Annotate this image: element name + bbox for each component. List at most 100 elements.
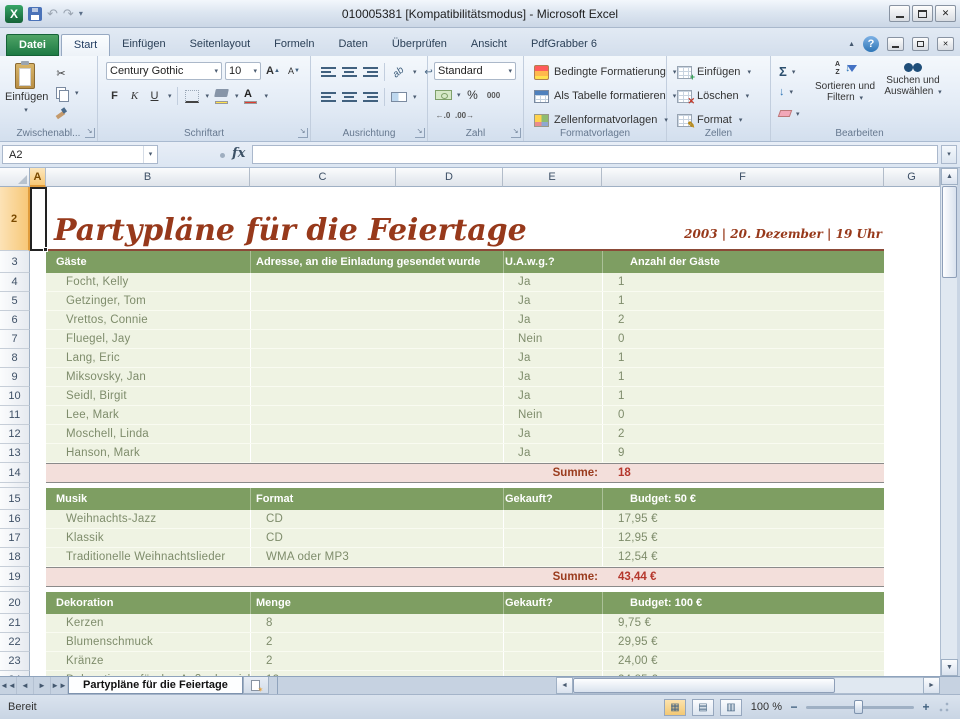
cell[interactable]: Traditionelle Weihnachtslieder	[66, 548, 225, 566]
align-middle-icon[interactable]	[340, 63, 358, 81]
merge-center-icon[interactable]	[390, 88, 408, 106]
delete-cells-button[interactable]: ✕ Löschen▾	[673, 86, 753, 106]
scroll-down-icon[interactable]: ▼	[941, 659, 958, 676]
cell[interactable]: 2	[266, 652, 273, 670]
help-icon[interactable]: ?	[863, 36, 879, 52]
tab-pdfgrabber[interactable]: PdfGrabber 6	[519, 34, 609, 56]
cell-styles-button[interactable]: Zellenformatvorlagen▾	[530, 110, 672, 130]
cell[interactable]: Gäste	[56, 251, 87, 273]
cell[interactable]: 1	[618, 368, 625, 386]
align-left-icon[interactable]	[319, 88, 337, 106]
cell[interactable]: Nein	[518, 406, 542, 424]
tab-einfuegen[interactable]: Einfügen	[110, 34, 177, 56]
cell[interactable]: 12,95 €	[618, 529, 658, 547]
cell[interactable]: 1	[618, 292, 625, 310]
format-cells-button[interactable]: ✎ Format▾	[673, 110, 746, 130]
format-painter-icon[interactable]	[52, 104, 70, 122]
row-header[interactable]: 10	[0, 387, 30, 406]
minimize-button[interactable]	[889, 5, 910, 22]
name-box-dropdown-icon[interactable]: ▾	[143, 146, 157, 163]
row-header[interactable]: 17	[0, 529, 30, 548]
italic-button[interactable]: K	[126, 88, 143, 105]
align-top-icon[interactable]	[319, 63, 337, 81]
cell[interactable]: 1	[618, 349, 625, 367]
row-header[interactable]: 3	[0, 251, 30, 273]
cell[interactable]: Ja	[518, 273, 531, 291]
formula-input[interactable]	[252, 145, 938, 164]
column-header-D[interactable]: D	[396, 168, 503, 187]
dialog-launcher-icon[interactable]: ↘	[85, 128, 95, 138]
workbook-restore-button[interactable]	[912, 37, 929, 51]
cell[interactable]: Kerzen	[66, 614, 104, 632]
cell[interactable]: 1	[618, 273, 625, 291]
orientation-icon[interactable]: ab	[390, 63, 408, 81]
page-layout-view-button[interactable]: ▤	[692, 699, 714, 716]
cell[interactable]: 12,54 €	[618, 548, 658, 566]
cell[interactable]: Ja	[518, 425, 531, 443]
tab-ansicht[interactable]: Ansicht	[459, 34, 519, 56]
font-color-button[interactable]: A	[242, 87, 260, 105]
cell[interactable]: Ja	[518, 444, 531, 462]
paste-button[interactable]: Einfügen ▾	[5, 60, 45, 134]
row-header[interactable]: 7	[0, 330, 30, 349]
prev-sheet-icon[interactable]: ◄	[17, 677, 34, 694]
maximize-button[interactable]	[912, 5, 933, 22]
conditional-formatting-button[interactable]: Bedingte Formatierung▾	[530, 62, 680, 82]
row-header[interactable]: 8	[0, 349, 30, 368]
cell[interactable]: Format	[256, 488, 293, 510]
cell[interactable]: Focht, Kelly	[66, 273, 128, 291]
cell[interactable]: Moschell, Linda	[66, 425, 149, 443]
horizontal-scroll-track[interactable]	[573, 677, 923, 694]
formula-bar-splitter[interactable]	[220, 153, 225, 158]
scroll-up-icon[interactable]: ▲	[941, 168, 958, 185]
zoom-slider-thumb[interactable]	[854, 700, 863, 714]
cell[interactable]: 29,95 €	[618, 633, 658, 651]
vertical-scroll-thumb[interactable]	[942, 186, 957, 278]
sheet-tab-active[interactable]: Partypläne für die Feiertage	[68, 677, 243, 694]
cell[interactable]: Musik	[56, 488, 87, 510]
cell[interactable]: Ja	[518, 349, 531, 367]
cell[interactable]: Budget: 50 €	[630, 488, 696, 510]
cell[interactable]: 0	[618, 330, 625, 348]
cell[interactable]: Ja	[518, 311, 531, 329]
cell[interactable]: Seidl, Birgit	[66, 387, 127, 405]
page-break-view-button[interactable]: ▥	[720, 699, 742, 716]
horizontal-scroll-thumb[interactable]	[573, 678, 835, 693]
excel-logo-icon[interactable]: X	[5, 5, 23, 23]
row-header[interactable]: 4	[0, 273, 30, 292]
accounting-format-icon[interactable]	[434, 86, 452, 104]
tab-splitter[interactable]	[275, 677, 280, 694]
select-all-corner[interactable]	[0, 168, 30, 187]
cell[interactable]: Lee, Mark	[66, 406, 119, 424]
cell[interactable]: Gekauft?	[505, 592, 553, 614]
selected-cell-a2[interactable]	[30, 187, 47, 251]
vertical-scrollbar[interactable]: ▲ ▼	[940, 168, 957, 676]
resize-grip[interactable]	[938, 701, 950, 713]
fill-icon[interactable]: ↓	[779, 86, 785, 98]
cell[interactable]: CD	[266, 510, 283, 528]
tab-datei[interactable]: Datei	[6, 34, 59, 56]
sheet-grid[interactable]: ABCDEFG 2Partypläne für die Feiertage200…	[0, 168, 940, 676]
align-center-icon[interactable]	[340, 88, 358, 106]
cell[interactable]: Kränze	[66, 652, 104, 670]
workbook-close-button[interactable]: ✕	[937, 37, 954, 51]
qat-dropdown-icon[interactable]: ▾	[79, 9, 83, 18]
format-as-table-button[interactable]: Als Tabelle formatieren▾	[530, 86, 680, 106]
insert-worksheet-button[interactable]	[243, 677, 269, 694]
cell[interactable]: Miksovsky, Jan	[66, 368, 146, 386]
normal-view-button[interactable]: ▦	[664, 699, 686, 716]
row-header[interactable]: 19	[0, 567, 30, 587]
name-box[interactable]: A2 ▾	[2, 145, 158, 164]
cell[interactable]: Gekauft?	[505, 488, 553, 510]
column-header-G[interactable]: G	[884, 168, 940, 187]
horizontal-scrollbar[interactable]: ◄ ►	[556, 677, 940, 694]
zoom-out-button[interactable]: −	[788, 700, 800, 714]
underline-button[interactable]: U	[146, 88, 163, 105]
cell[interactable]: 24,00 €	[618, 652, 658, 670]
align-right-icon[interactable]	[361, 88, 379, 106]
zoom-in-button[interactable]: +	[920, 700, 932, 714]
zoom-level[interactable]: 100 %	[748, 701, 782, 713]
cell[interactable]: 0	[618, 406, 625, 424]
cut-icon[interactable]: ✂	[52, 64, 70, 82]
increase-decimal-icon[interactable]: ←.0	[434, 106, 452, 124]
